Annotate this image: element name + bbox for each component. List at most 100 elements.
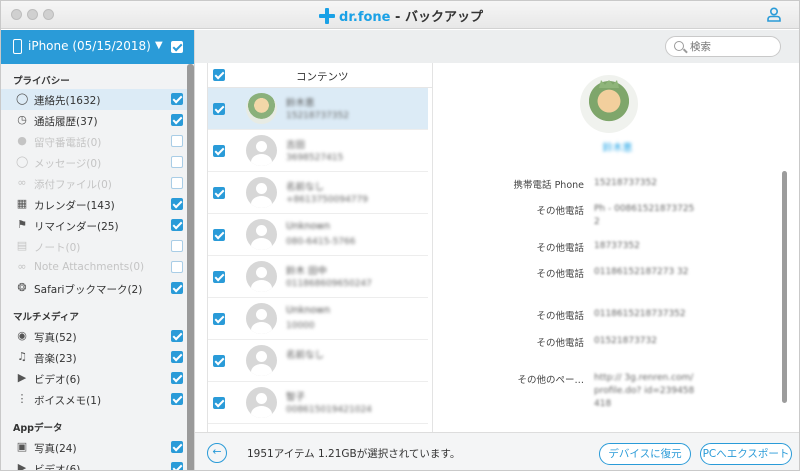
sidebar-item-messages[interactable]: ◯ メッセージ(0) bbox=[1, 152, 187, 173]
note-icon: ▤ bbox=[16, 239, 28, 252]
section-multimedia-title: マルチメディア bbox=[13, 312, 79, 323]
contact-row-checkbox[interactable] bbox=[213, 271, 225, 283]
contact-row-checkbox[interactable] bbox=[213, 397, 225, 409]
contact-row[interactable]: 名前なし +8613750094779 bbox=[208, 172, 428, 214]
sidebar-item-reminders[interactable]: ⚑ リマインダー(25) bbox=[1, 215, 187, 236]
detail-field-label: その他電話 bbox=[536, 243, 584, 254]
avatar-head bbox=[256, 351, 267, 362]
user-account-icon[interactable] bbox=[767, 7, 781, 22]
back-arrow-icon[interactable]: ← bbox=[207, 443, 227, 463]
sidebar-item-label: 連絡先(1632) bbox=[34, 95, 101, 107]
sidebar-item-notes[interactable]: ▤ ノート(0) bbox=[1, 236, 187, 257]
contact-row[interactable]: 鈴木恵 15218737352 bbox=[208, 88, 428, 130]
contact-row-checkbox[interactable] bbox=[213, 355, 225, 367]
sidebar-item-music[interactable]: ♫ 音楽(23) bbox=[1, 347, 187, 368]
contact-row[interactable]: 智子 008615019421024 bbox=[208, 382, 428, 424]
app-brand: dr.fone bbox=[339, 10, 391, 25]
sidebar-item-checkbox[interactable] bbox=[171, 135, 183, 147]
sidebar-item-app-video[interactable]: ▶ ビデオ(6) bbox=[1, 458, 187, 470]
contact-row-checkbox[interactable] bbox=[213, 187, 225, 199]
sidebar-item-label: 写真(52) bbox=[34, 332, 77, 344]
detail-field-value: 01186152187273 32 bbox=[594, 267, 689, 277]
select-all-checkbox[interactable] bbox=[171, 41, 183, 53]
sidebar-item-checkbox[interactable] bbox=[171, 93, 183, 105]
search-icon bbox=[674, 41, 684, 51]
contact-name: 鈴木恵 bbox=[602, 143, 633, 154]
contact-number: +8613750094779 bbox=[286, 195, 368, 205]
sidebar-item-checkbox[interactable] bbox=[171, 372, 183, 384]
sidebar-item-label: ボイスメモ(1) bbox=[34, 395, 102, 407]
sidebar-item-checkbox[interactable] bbox=[171, 462, 183, 470]
sidebar-scrollbar[interactable] bbox=[187, 64, 194, 470]
contact-row[interactable]: 吉田 3698527415 bbox=[208, 130, 428, 172]
contact-row-checkbox[interactable] bbox=[213, 145, 225, 157]
sidebar-item-label: 通話履歴(37) bbox=[34, 116, 98, 128]
detail-field-value: 15218737352 bbox=[594, 178, 657, 188]
sidebar-item-voicemail[interactable]: ● 留守番電話(0) bbox=[1, 131, 187, 152]
contact-name: Unknown bbox=[286, 221, 331, 232]
sidebar-item-label: リマインダー(25) bbox=[34, 221, 119, 233]
contact-row-checkbox[interactable] bbox=[213, 313, 225, 325]
detail-field-value: 01521873732 bbox=[594, 336, 657, 346]
contact-row[interactable]: 名前なし bbox=[208, 340, 428, 382]
message-icon: ◯ bbox=[16, 155, 29, 168]
avatar-body bbox=[251, 364, 272, 376]
avatar bbox=[246, 135, 277, 166]
contact-row-checkbox[interactable] bbox=[213, 229, 225, 241]
avatar-body bbox=[251, 280, 272, 292]
sidebar-item-checkbox[interactable] bbox=[171, 156, 183, 168]
contact-row[interactable]: 鈴木 田中 011868609650247 bbox=[208, 256, 428, 298]
reminder-icon: ⚑ bbox=[17, 218, 27, 231]
export-to-pc-button[interactable]: PCへエクスポート bbox=[700, 443, 792, 465]
photo-icon: ▣ bbox=[16, 440, 28, 453]
avatar-head bbox=[256, 225, 267, 236]
selection-status: 1951アイテム 1.21GBが選択されています。 bbox=[247, 448, 461, 460]
sidebar-item-app-photos[interactable]: ▣ 写真(24) bbox=[1, 437, 187, 458]
sidebar-item-calendar[interactable]: ▦ カレンダー(143) bbox=[1, 194, 187, 215]
sidebar-item-checkbox[interactable] bbox=[171, 219, 183, 231]
sidebar-item-checkbox[interactable] bbox=[171, 282, 183, 294]
drfone-logo-icon bbox=[319, 8, 336, 24]
sidebar-item-checkbox[interactable] bbox=[171, 351, 183, 363]
sidebar: iPhone (05/15/2018) ▼ プライバシー ◯ 連絡先(1632) … bbox=[1, 30, 195, 470]
sidebar-item-contacts[interactable]: ◯ 連絡先(1632) bbox=[1, 89, 187, 110]
restore-to-device-button[interactable]: デバイスに復元 bbox=[599, 443, 691, 465]
device-selector[interactable]: iPhone (05/15/2018) ▼ bbox=[1, 30, 194, 64]
detail-field-label: 携帯電話 Phone bbox=[513, 180, 584, 191]
sidebar-item-label: 写真(24) bbox=[34, 443, 77, 455]
voice-memo-icon: ⋮ bbox=[16, 392, 28, 405]
sidebar-item-checkbox[interactable] bbox=[171, 330, 183, 342]
select-all-contents-checkbox[interactable] bbox=[213, 69, 225, 81]
contact-name: 吉田 bbox=[286, 140, 306, 151]
sidebar-item-video[interactable]: ▶ ビデオ(6) bbox=[1, 368, 187, 389]
contact-row[interactable]: Unknown 080-6415-5766 bbox=[208, 214, 428, 256]
sidebar-item-photos[interactable]: ◉ 写真(52) bbox=[1, 326, 187, 347]
sidebar-item-label: Note Attachments(0) bbox=[34, 261, 145, 273]
avatar bbox=[246, 387, 277, 418]
search-input[interactable] bbox=[690, 39, 775, 54]
sidebar-item-voice-memos[interactable]: ⋮ ボイスメモ(1) bbox=[1, 389, 187, 410]
sidebar-item-safari-bookmarks[interactable]: ❂ Safariブックマーク(2) bbox=[1, 278, 187, 299]
sidebar-item-checkbox[interactable] bbox=[171, 198, 183, 210]
contact-number: 3698527415 bbox=[286, 153, 344, 163]
chevron-down-icon[interactable]: ▼ bbox=[155, 40, 163, 51]
search-box[interactable] bbox=[665, 36, 781, 57]
sidebar-item-checkbox[interactable] bbox=[171, 393, 183, 405]
avatar bbox=[246, 219, 277, 250]
sidebar-item-attachments[interactable]: ∞ 添付ファイル(0) bbox=[1, 173, 187, 194]
sidebar-item-note-attachments[interactable]: ∞ Note Attachments(0) bbox=[1, 257, 187, 278]
detail-field-value: Ph - 008615218737252 bbox=[594, 204, 695, 227]
sidebar-item-checkbox[interactable] bbox=[171, 441, 183, 453]
sidebar-item-checkbox[interactable] bbox=[171, 177, 183, 189]
contact-row-checkbox[interactable] bbox=[213, 103, 225, 115]
detail-field-label: その他のペー… bbox=[517, 375, 584, 386]
sidebar-item-call-history[interactable]: ◷ 通話履歴(37) bbox=[1, 110, 187, 131]
sidebar-item-checkbox[interactable] bbox=[171, 240, 183, 252]
avatar bbox=[246, 303, 277, 334]
sidebar-item-checkbox[interactable] bbox=[171, 114, 183, 126]
sidebar-item-checkbox[interactable] bbox=[171, 261, 183, 273]
detail-scrollbar[interactable] bbox=[782, 171, 787, 403]
contact-row[interactable]: Unknown 10000 bbox=[208, 298, 428, 340]
avatar bbox=[246, 261, 277, 292]
avatar bbox=[246, 345, 277, 376]
